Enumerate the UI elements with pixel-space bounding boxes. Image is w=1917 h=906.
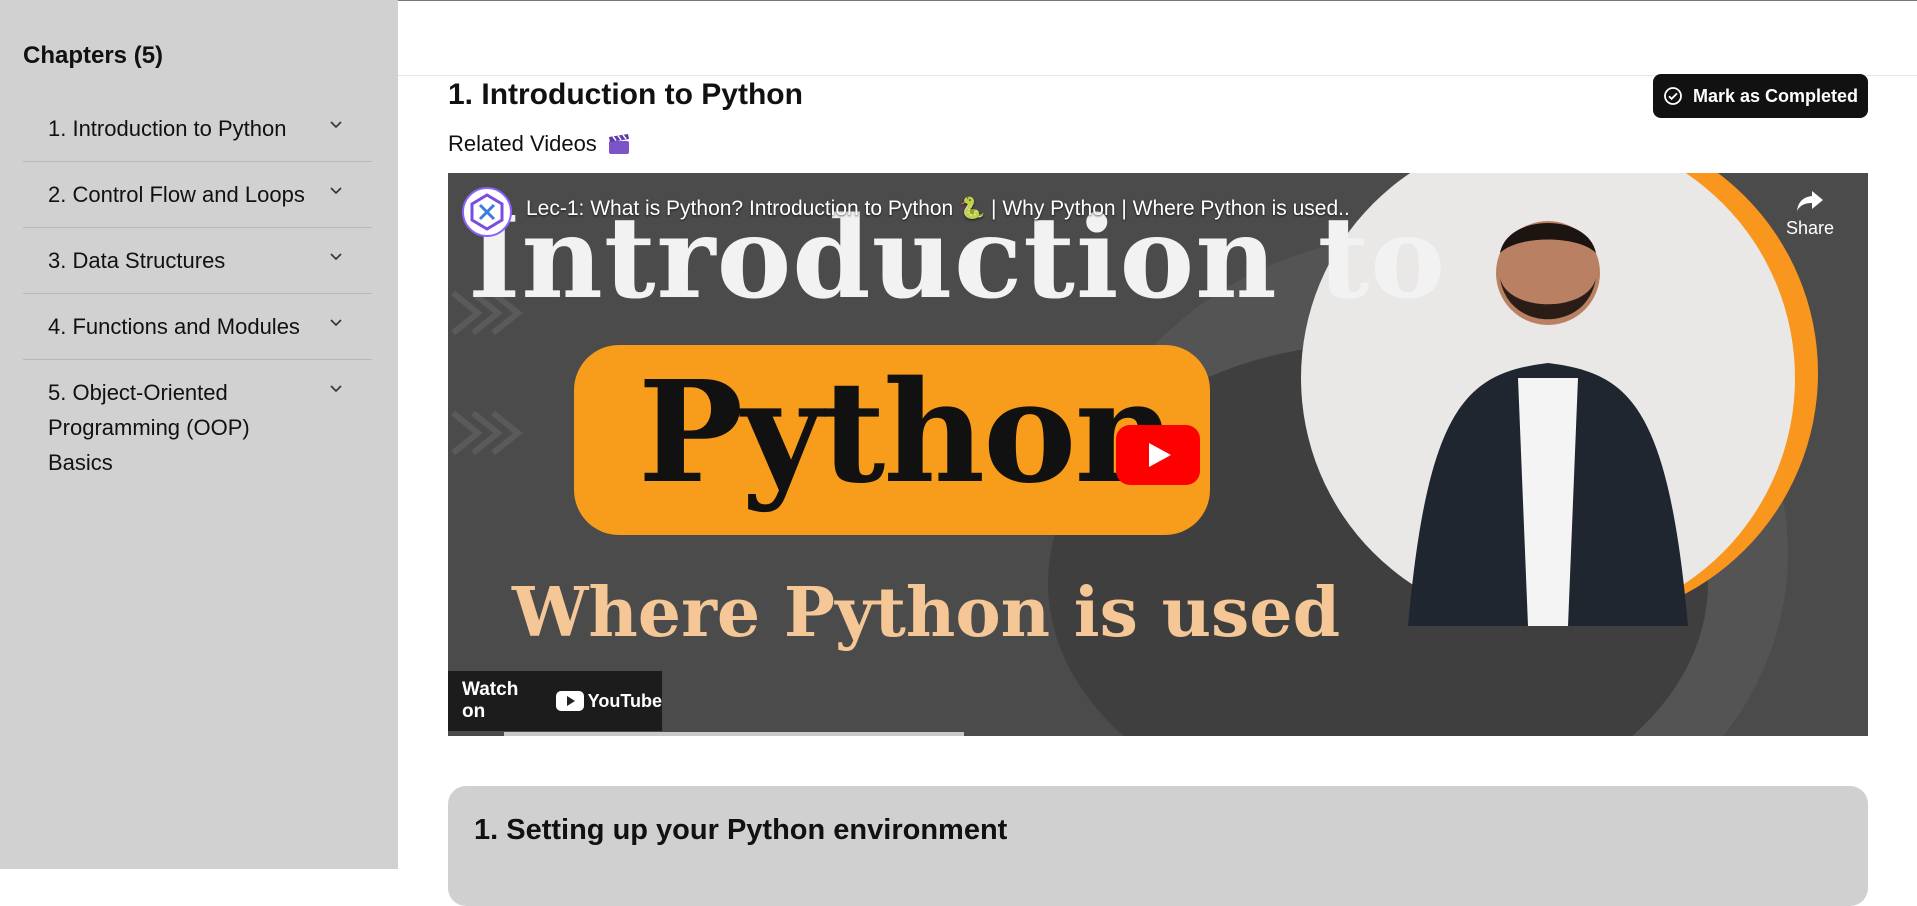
mark-completed-button[interactable]: Mark as Completed [1653,74,1868,118]
thumbnail-heading-line2: Python [638,351,1176,515]
youtube-logo: YouTube [555,690,662,712]
mark-completed-label: Mark as Completed [1692,85,1859,106]
video-title-link[interactable]: Lec-1: What is Python? Introduction to P… [526,197,1350,221]
chevron-down-icon [330,253,342,261]
channel-avatar[interactable] [462,187,512,237]
chapter-label: 1. Introduction to Python [48,116,287,141]
play-button[interactable] [1116,425,1200,485]
topic-title: 1. Setting up your Python environment [474,814,1008,846]
chapter-label: 2. Control Flow and Loops [48,182,305,207]
chapter-item-5[interactable]: 5. Object-Oriented Programming (OOP) Bas… [23,360,372,495]
share-label: Share [1785,218,1835,238]
chapter-list: 1. Introduction to Python 2. Control Flo… [23,96,372,495]
chevron-down-icon [330,385,342,393]
chapter-item-3[interactable]: 3. Data Structures [23,228,372,294]
chapter-label: 3. Data Structures [48,248,226,273]
top-bar [398,0,1917,76]
chapter-label: 4. Functions and Modules [48,314,300,339]
watch-on-label: Watch on [462,679,519,722]
thumbnail-heading-line3: Where Python is used [512,573,1341,653]
chapters-heading: Chapters (5) [23,42,164,69]
share-arrow-icon [1797,191,1823,211]
youtube-play-icon [555,691,584,711]
page-title: 1. Introduction to Python [448,78,803,111]
chapter-item-4[interactable]: 4. Functions and Modules [23,294,372,360]
sidebar: Chapters (5) 1. Introduction to Python 2… [0,0,398,869]
related-videos-heading: Related Videos [448,131,631,157]
youtube-wordmark: YouTube [587,690,662,711]
watch-on-youtube-link[interactable]: Watch on YouTube [448,671,662,731]
video-player[interactable]: Introduction to Python Where Python is u… [448,173,1868,736]
related-videos-label: Related Videos [448,131,597,156]
chevron-down-icon [330,187,342,195]
chevron-down-icon [330,121,342,129]
video-progress-bar[interactable] [504,732,964,736]
check-circle-icon [1664,87,1682,105]
channel-logo-icon [470,193,504,231]
clapperboard-icon [608,134,629,154]
topic-card: 1. Setting up your Python environment [448,786,1868,906]
chevron-down-icon [330,319,342,327]
share-button[interactable]: Share [1780,189,1840,239]
chapter-label: 5. Object-Oriented Programming (OOP) Bas… [48,380,250,475]
chapter-item-2[interactable]: 2. Control Flow and Loops [23,162,372,228]
chapter-item-1[interactable]: 1. Introduction to Python [23,96,372,162]
